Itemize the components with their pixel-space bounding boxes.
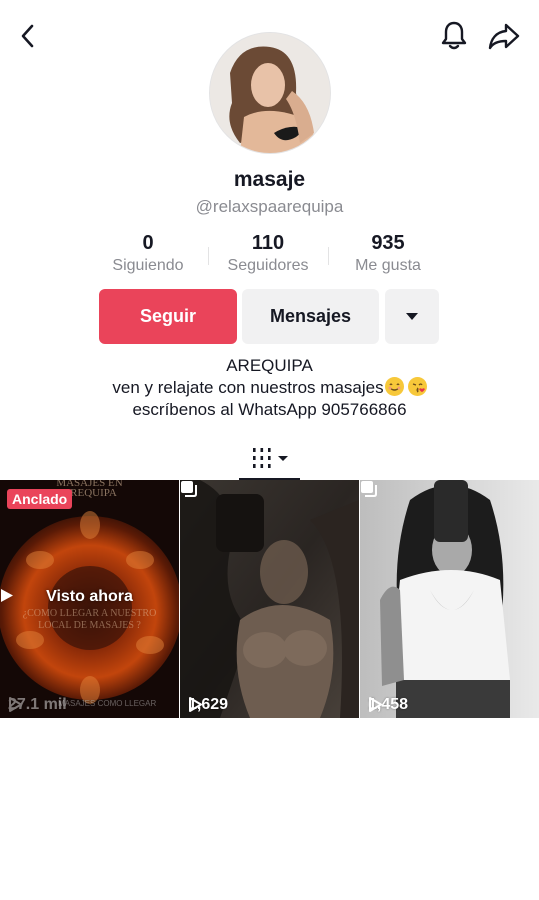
- share-button[interactable]: [482, 16, 526, 56]
- video-thumbnail-image: [180, 480, 359, 718]
- notifications-button[interactable]: [434, 16, 474, 56]
- following-label: Siguiendo: [112, 257, 184, 274]
- caret-down-icon: [277, 456, 288, 461]
- stat-divider: [328, 247, 329, 265]
- caption-line: ¿COMO LLEGAR A NUESTRO: [22, 608, 157, 619]
- video-caption-text: ¿COMO LLEGAR A NUESTRO LOCAL DE MASAJES …: [0, 608, 179, 632]
- followers-count: 110: [251, 232, 285, 254]
- watched-now-label: Visto ahora: [46, 588, 133, 605]
- stat-followers[interactable]: 110 Seguidores: [208, 231, 328, 281]
- message-button[interactable]: Mensajes: [242, 289, 379, 344]
- grid-icon: [252, 448, 271, 468]
- chevron-left-icon: [21, 24, 34, 48]
- video-thumbnail[interactable]: 1,458: [360, 480, 539, 718]
- play-icon: [1, 589, 13, 602]
- view-count: 27.1 mil: [8, 696, 67, 714]
- video-grid: MASAJES EN AREQUIPA ¿COMO LLEGAR A NUEST…: [0, 480, 539, 718]
- bio-line: escríbenos al WhatsApp 905766866: [132, 400, 407, 419]
- play-outline-icon: [369, 697, 382, 712]
- profile-handle: @relaxspaarequipa: [195, 197, 344, 216]
- profile-bio: AREQUIPA ven y relajate con nuestros mas…: [0, 355, 539, 421]
- play-outline-icon: [189, 697, 202, 712]
- follow-button[interactable]: Seguir: [99, 289, 237, 344]
- likes-label: Me gusta: [355, 257, 421, 274]
- likes-count: 935: [371, 232, 405, 254]
- caret-down-icon: [406, 312, 418, 320]
- bell-icon: [441, 21, 467, 50]
- multi-image-icon: [181, 481, 197, 497]
- following-count: 0: [142, 232, 154, 254]
- profile-stats: 0 Siguiendo 110 Seguidores 935 Me gusta: [88, 231, 448, 281]
- video-corner-text: MASAJES COMO LLEGAR: [58, 699, 157, 708]
- video-thumbnail[interactable]: MASAJES EN AREQUIPA ¿COMO LLEGAR A NUEST…: [0, 480, 179, 718]
- followers-label: Seguidores: [227, 257, 309, 274]
- view-count: 1,458: [368, 696, 408, 714]
- avatar[interactable]: [209, 32, 331, 154]
- video-thumbnail[interactable]: 1,629: [180, 480, 359, 718]
- share-arrow-icon: [488, 23, 520, 50]
- bio-line: ven y relajate con nuestros masajes: [112, 378, 384, 397]
- smiling-face-emoji-icon: [384, 377, 404, 396]
- multi-image-icon: [361, 481, 377, 497]
- back-button[interactable]: [10, 18, 46, 54]
- bio-line-with-emoji: ven y relajate con nuestros masajes: [0, 377, 539, 399]
- stat-following[interactable]: 0 Siguiendo: [88, 231, 208, 281]
- profile-name: masaje: [233, 168, 306, 191]
- caption-line: LOCAL DE MASAJES ?: [38, 620, 141, 631]
- tab-videos[interactable]: [239, 436, 300, 480]
- pinned-badge: Anclado: [7, 489, 73, 509]
- avatar-photo: [210, 33, 330, 153]
- view-count: 1,629: [188, 696, 228, 714]
- suggestions-dropdown-button[interactable]: [385, 289, 439, 344]
- bio-line: AREQUIPA: [226, 356, 313, 375]
- kissing-face-emoji-icon: [407, 377, 427, 396]
- video-thumbnail-image: [360, 480, 539, 718]
- play-outline-icon: [9, 697, 22, 712]
- content-tabs: [0, 436, 539, 480]
- stat-likes: 935 Me gusta: [328, 231, 448, 281]
- watched-now-overlay: Visto ahora: [0, 588, 179, 606]
- stat-divider: [208, 247, 209, 265]
